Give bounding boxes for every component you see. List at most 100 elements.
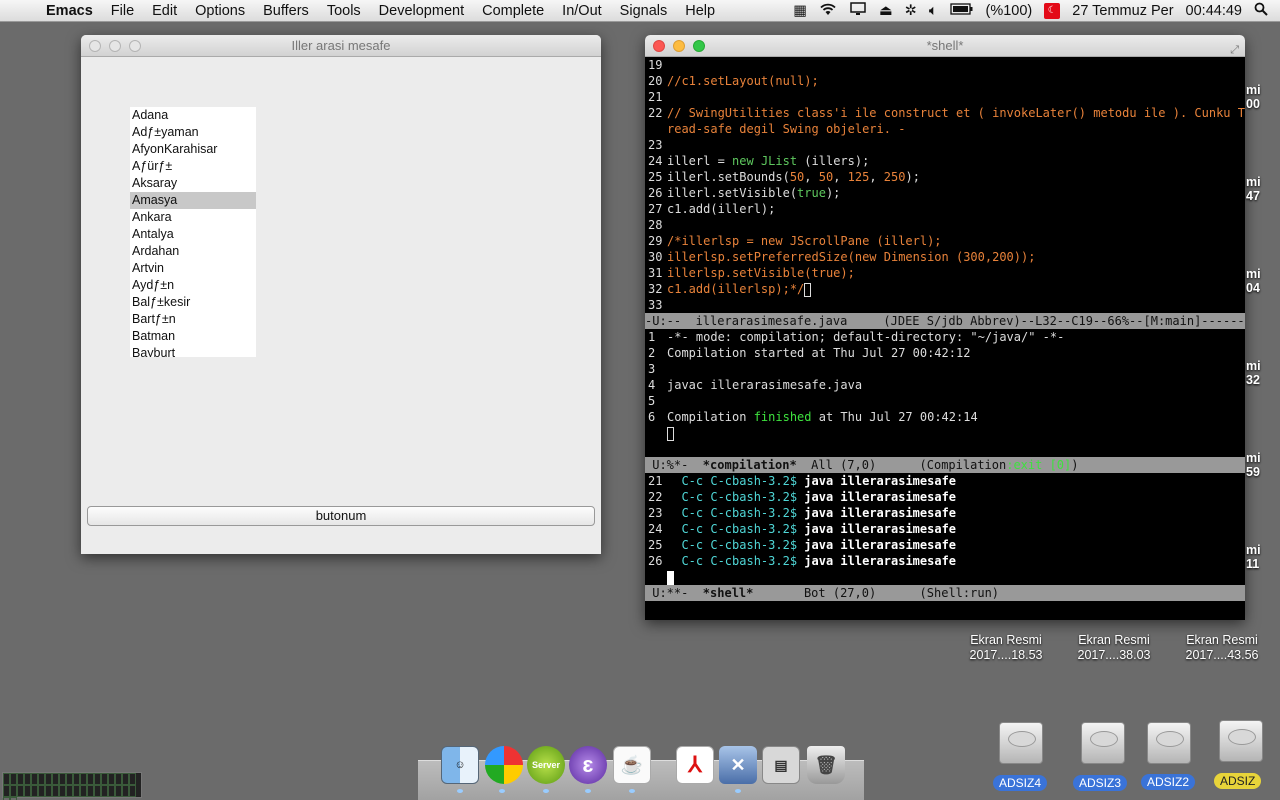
- desktop-partial-label[interactable]: mi 59: [1246, 451, 1261, 479]
- list-item[interactable]: Antalya: [130, 226, 256, 243]
- list-item[interactable]: Adana: [130, 107, 256, 124]
- butonum-button[interactable]: butonum: [87, 506, 595, 526]
- close-button[interactable]: [653, 40, 665, 52]
- drive-label-adsiz3[interactable]: ADSIZ3: [1073, 775, 1128, 791]
- line-number: 29: [648, 234, 663, 248]
- window-title: Iller arasi mesafe: [291, 38, 391, 53]
- menu-buffers[interactable]: Buffers: [254, 3, 318, 19]
- status-grid-icon[interactable]: ▦: [793, 3, 807, 19]
- shell-prompt-keys: C-c C-c: [681, 474, 733, 488]
- battery-icon[interactable]: [949, 3, 974, 19]
- finder-icon[interactable]: ☺: [441, 746, 479, 784]
- xquartz-icon[interactable]: ✕: [719, 746, 757, 784]
- zoom-button[interactable]: [693, 40, 705, 52]
- shell-prompt: bash-3.2$: [732, 554, 798, 568]
- menu-bar: Emacs File Edit Options Buffers Tools De…: [0, 0, 1280, 22]
- drive-adsiz-icon[interactable]: [1219, 720, 1263, 762]
- code-line: 23: [645, 137, 1245, 153]
- minimize-button[interactable]: [109, 40, 121, 52]
- list-item[interactable]: Ardahan: [130, 243, 256, 260]
- list-item[interactable]: Amasya: [130, 192, 256, 209]
- shell-command: java illerarasimesafe: [804, 474, 957, 488]
- list-item[interactable]: Bartƒ±n: [130, 311, 256, 328]
- bluetooth-icon[interactable]: ✲: [905, 3, 917, 19]
- close-button[interactable]: [89, 40, 101, 52]
- desktop-partial-label[interactable]: mi 32: [1246, 359, 1261, 387]
- list-item[interactable]: Aydƒ±n: [130, 277, 256, 294]
- line-number: 25: [648, 538, 663, 552]
- menu-file[interactable]: File: [102, 3, 143, 19]
- volume-icon[interactable]: 🔈︎: [929, 3, 938, 19]
- province-list[interactable]: Adana Adƒ±yaman AfyonKarahisar Aƒürƒ± Aksara…: [130, 107, 256, 357]
- activity-monitor-icon[interactable]: ▤: [762, 746, 800, 784]
- menu-in-out[interactable]: In/Out: [553, 3, 611, 19]
- shell-command: java illerarasimesafe: [804, 490, 957, 504]
- menu-signals[interactable]: Signals: [611, 3, 677, 19]
- desktop-partial-label[interactable]: mi 00: [1246, 83, 1261, 111]
- menu-edit[interactable]: Edit: [143, 3, 186, 19]
- shell-cursor: [667, 570, 674, 585]
- menu-app-emacs[interactable]: Emacs: [44, 3, 102, 19]
- list-item[interactable]: AfyonKarahisar: [130, 141, 256, 158]
- drive-adsiz2-icon[interactable]: [1147, 722, 1191, 764]
- java-icon[interactable]: ☕: [613, 746, 651, 784]
- menu-tools[interactable]: Tools: [318, 3, 370, 19]
- turkish-flag-icon[interactable]: ☾: [1044, 3, 1061, 19]
- menu-options[interactable]: Options: [186, 3, 254, 19]
- list-item[interactable]: Aksaray: [130, 175, 256, 192]
- menu-development[interactable]: Development: [370, 3, 473, 19]
- display-icon[interactable]: [849, 2, 867, 20]
- desktop-partial-label[interactable]: mi 11: [1246, 543, 1261, 571]
- line-number: 23: [648, 138, 663, 152]
- menu-complete[interactable]: Complete: [473, 3, 553, 19]
- modeline-java: -U:-- illerarasimesafe.java (JDEE S/jdb …: [645, 313, 1245, 329]
- code-line: 30 illerlsp.setPreferredSize(new Dimensio…: [645, 249, 1245, 265]
- line-number: 22: [648, 490, 663, 504]
- line-number: 3: [648, 362, 656, 376]
- drive-label-adsiz4[interactable]: ADSIZ4: [993, 775, 1048, 791]
- line-number: 21: [648, 474, 663, 488]
- list-item[interactable]: Ankara: [130, 209, 256, 226]
- istat-pie-icon[interactable]: [485, 746, 523, 784]
- zoom-button[interactable]: [129, 40, 141, 52]
- text-cursor: [667, 426, 674, 441]
- shell-prompt-keys: C-c C-c: [681, 490, 733, 504]
- list-item[interactable]: Balƒ±kesir: [130, 294, 256, 311]
- wifi-icon[interactable]: [819, 2, 837, 20]
- line-text: javac illerarasimesafe.java: [667, 378, 863, 392]
- desktop-screenshot-1[interactable]: Ekran Resmi 2017....18.53: [960, 633, 1052, 663]
- code-line: 24 illerl = new JList (illers);: [645, 153, 1245, 169]
- menu-help[interactable]: Help: [676, 3, 724, 19]
- list-item[interactable]: Adƒ±yaman: [130, 124, 256, 141]
- line-number: 26: [648, 554, 663, 568]
- server-vnc-icon[interactable]: Server: [527, 746, 565, 784]
- drive-label-adsiz[interactable]: ADSIZ: [1214, 773, 1262, 789]
- list-item[interactable]: Artvin: [130, 260, 256, 277]
- code-buffer[interactable]: 19 20 //c1.setLayout(null); 21 22 // SwingUti…: [645, 57, 1245, 313]
- desktop-screenshot-3[interactable]: Ekran Resmi 2017....43.56: [1176, 633, 1268, 663]
- drive-adsiz4-icon[interactable]: [999, 722, 1043, 764]
- list-item[interactable]: Aƒürƒ±: [130, 158, 256, 175]
- shell-buffer[interactable]: 21 C-c C-cbash-3.2$ java illerarasimesaf…: [645, 473, 1245, 569]
- acrobat-icon[interactable]: ⅄: [676, 746, 714, 784]
- shell-command: java illerarasimesafe: [804, 554, 957, 568]
- desktop-screenshot-2[interactable]: Ekran Resmi 2017....38.03: [1068, 633, 1160, 663]
- clock-time[interactable]: 00:44:49: [1186, 3, 1242, 19]
- shell-prompt: bash-3.2$: [732, 474, 798, 488]
- desktop-partial-label[interactable]: mi 47: [1246, 175, 1261, 203]
- list-item[interactable]: Bayburt: [130, 345, 256, 357]
- clock-date[interactable]: 27 Temmuz Per: [1072, 3, 1173, 19]
- minimize-button[interactable]: [673, 40, 685, 52]
- eject-icon[interactable]: ⏏: [879, 3, 893, 19]
- drive-adsiz3-icon[interactable]: [1081, 722, 1125, 764]
- list-item[interactable]: Batman: [130, 328, 256, 345]
- java-window-titlebar[interactable]: Iller arasi mesafe: [81, 35, 601, 57]
- emacs-titlebar[interactable]: *shell* ⤢: [645, 35, 1245, 57]
- drive-label-adsiz2[interactable]: ADSIZ2: [1141, 774, 1196, 790]
- emacs-icon[interactable]: ɛ: [569, 746, 607, 784]
- spotlight-search-icon[interactable]: [1254, 2, 1268, 20]
- trash-icon[interactable]: 🗑︎: [807, 746, 845, 784]
- desktop-partial-label[interactable]: mi 04: [1246, 267, 1261, 295]
- compilation-buffer[interactable]: 1 -*- mode: compilation; default-director…: [645, 329, 1245, 425]
- shell-prompt-keys: C-c C-c: [681, 554, 733, 568]
